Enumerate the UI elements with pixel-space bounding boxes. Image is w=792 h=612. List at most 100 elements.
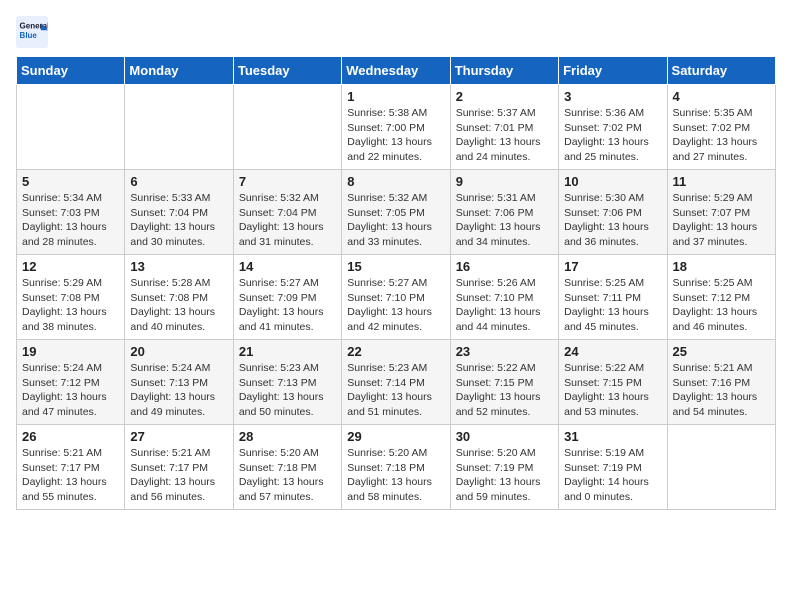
calendar-cell: 30 Sunrise: 5:20 AMSunset: 7:19 PMDayligh… — [450, 425, 558, 510]
day-number: 31 — [564, 429, 661, 444]
day-number: 24 — [564, 344, 661, 359]
day-info: Sunrise: 5:36 AMSunset: 7:02 PMDaylight:… — [564, 106, 661, 165]
day-info: Sunrise: 5:21 AMSunset: 7:17 PMDaylight:… — [22, 446, 119, 505]
calendar-week-row: 12 Sunrise: 5:29 AMSunset: 7:08 PMDayligh… — [17, 255, 776, 340]
day-number: 27 — [130, 429, 227, 444]
day-info: Sunrise: 5:31 AMSunset: 7:06 PMDaylight:… — [456, 191, 553, 250]
day-info: Sunrise: 5:20 AMSunset: 7:18 PMDaylight:… — [347, 446, 444, 505]
day-info: Sunrise: 5:22 AMSunset: 7:15 PMDaylight:… — [564, 361, 661, 420]
day-number: 10 — [564, 174, 661, 189]
day-number: 26 — [22, 429, 119, 444]
calendar-cell: 9 Sunrise: 5:31 AMSunset: 7:06 PMDaylight… — [450, 170, 558, 255]
calendar-cell: 19Sunrise: 5:24 AMSunset: 7:12 PMDayligh… — [17, 340, 125, 425]
day-info: Sunrise: 5:22 AMSunset: 7:15 PMDaylight:… — [456, 361, 553, 420]
day-number: 21 — [239, 344, 336, 359]
day-info: Sunrise: 5:29 AMSunset: 7:08 PMDaylight:… — [22, 276, 119, 335]
calendar-week-row: 5 Sunrise: 5:34 AMSunset: 7:03 PMDaylight… — [17, 170, 776, 255]
calendar-cell — [667, 425, 775, 510]
day-info: Sunrise: 5:26 AMSunset: 7:10 PMDaylight:… — [456, 276, 553, 335]
day-info: Sunrise: 5:21 AMSunset: 7:16 PMDaylight:… — [673, 361, 770, 420]
calendar-cell: 17 Sunrise: 5:25 AMSunset: 7:11 PMDayligh… — [559, 255, 667, 340]
weekday-header: Tuesday — [233, 57, 341, 85]
day-number: 17 — [564, 259, 661, 274]
day-info: Sunrise: 5:24 AMSunset: 7:13 PMDaylight:… — [130, 361, 227, 420]
calendar-cell: 5 Sunrise: 5:34 AMSunset: 7:03 PMDaylight… — [17, 170, 125, 255]
day-number: 20 — [130, 344, 227, 359]
page-header: General Blue — [16, 16, 776, 48]
calendar-header-row: SundayMondayTuesdayWednesdayThursdayFrid… — [17, 57, 776, 85]
calendar-cell: 1Sunrise: 5:38 AMSunset: 7:00 PMDaylight… — [342, 85, 450, 170]
calendar-cell: 16 Sunrise: 5:26 AMSunset: 7:10 PMDayligh… — [450, 255, 558, 340]
day-info: Sunrise: 5:28 AMSunset: 7:08 PMDaylight:… — [130, 276, 227, 335]
day-number: 28 — [239, 429, 336, 444]
calendar-cell: 2 Sunrise: 5:37 AMSunset: 7:01 PMDaylight… — [450, 85, 558, 170]
day-number: 11 — [673, 174, 770, 189]
calendar-cell: 6 Sunrise: 5:33 AMSunset: 7:04 PMDaylight… — [125, 170, 233, 255]
weekday-header: Sunday — [17, 57, 125, 85]
day-number: 8 — [347, 174, 444, 189]
calendar-week-row: 1Sunrise: 5:38 AMSunset: 7:00 PMDaylight… — [17, 85, 776, 170]
calendar-cell: 18Sunrise: 5:25 AMSunset: 7:12 PMDayligh… — [667, 255, 775, 340]
day-number: 22 — [347, 344, 444, 359]
calendar-cell: 3 Sunrise: 5:36 AMSunset: 7:02 PMDaylight… — [559, 85, 667, 170]
day-number: 29 — [347, 429, 444, 444]
logo: General Blue — [16, 16, 52, 48]
day-info: Sunrise: 5:37 AMSunset: 7:01 PMDaylight:… — [456, 106, 553, 165]
day-number: 13 — [130, 259, 227, 274]
calendar-cell: 28Sunrise: 5:20 AMSunset: 7:18 PMDayligh… — [233, 425, 341, 510]
day-info: Sunrise: 5:33 AMSunset: 7:04 PMDaylight:… — [130, 191, 227, 250]
day-info: Sunrise: 5:34 AMSunset: 7:03 PMDaylight:… — [22, 191, 119, 250]
calendar-cell: 27 Sunrise: 5:21 AMSunset: 7:17 PMDayligh… — [125, 425, 233, 510]
calendar-cell — [17, 85, 125, 170]
day-number: 9 — [456, 174, 553, 189]
day-number: 4 — [673, 89, 770, 104]
day-number: 7 — [239, 174, 336, 189]
calendar-week-row: 26 Sunrise: 5:21 AMSunset: 7:17 PMDayligh… — [17, 425, 776, 510]
calendar-cell: 25Sunrise: 5:21 AMSunset: 7:16 PMDayligh… — [667, 340, 775, 425]
day-number: 15 — [347, 259, 444, 274]
weekday-header: Monday — [125, 57, 233, 85]
day-info: Sunrise: 5:19 AMSunset: 7:19 PMDaylight:… — [564, 446, 661, 505]
day-info: Sunrise: 5:20 AMSunset: 7:19 PMDaylight:… — [456, 446, 553, 505]
calendar-cell: 21Sunrise: 5:23 AMSunset: 7:13 PMDayligh… — [233, 340, 341, 425]
day-info: Sunrise: 5:24 AMSunset: 7:12 PMDaylight:… — [22, 361, 119, 420]
calendar-cell: 11 Sunrise: 5:29 AMSunset: 7:07 PMDayligh… — [667, 170, 775, 255]
calendar-cell: 31 Sunrise: 5:19 AMSunset: 7:19 PMDayligh… — [559, 425, 667, 510]
calendar-cell: 26 Sunrise: 5:21 AMSunset: 7:17 PMDayligh… — [17, 425, 125, 510]
day-info: Sunrise: 5:38 AMSunset: 7:00 PMDaylight:… — [347, 106, 444, 165]
calendar-cell — [125, 85, 233, 170]
day-info: Sunrise: 5:21 AMSunset: 7:17 PMDaylight:… — [130, 446, 227, 505]
svg-text:Blue: Blue — [20, 31, 38, 40]
day-info: Sunrise: 5:25 AMSunset: 7:11 PMDaylight:… — [564, 276, 661, 335]
day-info: Sunrise: 5:35 AMSunset: 7:02 PMDaylight:… — [673, 106, 770, 165]
calendar-cell: 23Sunrise: 5:22 AMSunset: 7:15 PMDayligh… — [450, 340, 558, 425]
calendar-body: 1Sunrise: 5:38 AMSunset: 7:00 PMDaylight… — [17, 85, 776, 510]
calendar-cell: 24 Sunrise: 5:22 AMSunset: 7:15 PMDayligh… — [559, 340, 667, 425]
calendar-cell: 4 Sunrise: 5:35 AMSunset: 7:02 PMDaylight… — [667, 85, 775, 170]
calendar-cell — [233, 85, 341, 170]
weekday-header: Saturday — [667, 57, 775, 85]
calendar-cell: 22Sunrise: 5:23 AMSunset: 7:14 PMDayligh… — [342, 340, 450, 425]
day-number: 30 — [456, 429, 553, 444]
day-number: 2 — [456, 89, 553, 104]
day-info: Sunrise: 5:27 AMSunset: 7:09 PMDaylight:… — [239, 276, 336, 335]
day-info: Sunrise: 5:27 AMSunset: 7:10 PMDaylight:… — [347, 276, 444, 335]
calendar-cell: 7 Sunrise: 5:32 AMSunset: 7:04 PMDaylight… — [233, 170, 341, 255]
calendar-cell: 14Sunrise: 5:27 AMSunset: 7:09 PMDayligh… — [233, 255, 341, 340]
calendar-cell: 13 Sunrise: 5:28 AMSunset: 7:08 PMDayligh… — [125, 255, 233, 340]
day-info: Sunrise: 5:30 AMSunset: 7:06 PMDaylight:… — [564, 191, 661, 250]
day-number: 16 — [456, 259, 553, 274]
day-number: 3 — [564, 89, 661, 104]
day-number: 5 — [22, 174, 119, 189]
calendar-table: SundayMondayTuesdayWednesdayThursdayFrid… — [16, 56, 776, 510]
weekday-header: Friday — [559, 57, 667, 85]
weekday-header: Thursday — [450, 57, 558, 85]
day-info: Sunrise: 5:29 AMSunset: 7:07 PMDaylight:… — [673, 191, 770, 250]
day-number: 12 — [22, 259, 119, 274]
day-number: 6 — [130, 174, 227, 189]
day-info: Sunrise: 5:32 AMSunset: 7:04 PMDaylight:… — [239, 191, 336, 250]
day-info: Sunrise: 5:32 AMSunset: 7:05 PMDaylight:… — [347, 191, 444, 250]
calendar-cell: 8 Sunrise: 5:32 AMSunset: 7:05 PMDaylight… — [342, 170, 450, 255]
calendar-cell: 20 Sunrise: 5:24 AMSunset: 7:13 PMDayligh… — [125, 340, 233, 425]
calendar-week-row: 19Sunrise: 5:24 AMSunset: 7:12 PMDayligh… — [17, 340, 776, 425]
